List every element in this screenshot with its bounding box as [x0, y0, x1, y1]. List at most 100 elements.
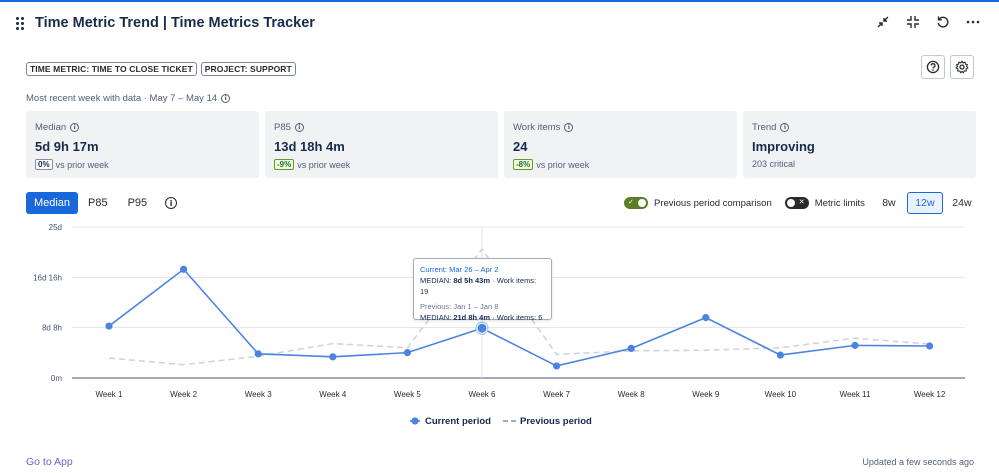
- help-button[interactable]: [921, 55, 945, 79]
- toggle-knob: [786, 199, 795, 207]
- tooltip-previous-line: MEDIAN: 21d 8h 4m · Work items: 6: [420, 312, 545, 323]
- previous-period-label: Previous period comparison: [654, 197, 772, 209]
- tooltip-previous-suffix: · Work items: 6: [490, 313, 543, 322]
- card-label: Median i: [35, 122, 250, 133]
- cross-icon: ✕: [798, 199, 805, 206]
- change-chip: -8%: [513, 159, 534, 170]
- y-tick-label: 25d: [49, 223, 62, 232]
- tooltip-current-value: 8d 5h 43m: [453, 276, 491, 285]
- tooltip-previous-title: Previous: Jan 1 – Jan 8: [420, 302, 499, 311]
- tag-project: PROJECT: SUPPORT: [200, 62, 296, 76]
- card-sub: 203 critical: [752, 159, 967, 169]
- collapse-icon: [907, 16, 919, 28]
- card-label: Trend i: [752, 122, 967, 133]
- x-tick-label: Week 6: [469, 390, 497, 399]
- tooltip-previous-value: 21d 8h 4m: [453, 313, 491, 322]
- x-tick-label: Week 9: [692, 390, 720, 399]
- data-point: [403, 349, 411, 357]
- data-point: [329, 353, 337, 361]
- card-value: 13d 18h 4m: [274, 139, 345, 154]
- info-icon[interactable]: i: [165, 197, 178, 209]
- x-tick-label: Week 3: [245, 390, 273, 399]
- tooltip-previous-prefix: MEDIAN:: [420, 313, 454, 322]
- trend-chart: 0m 8d 8h 16d 16h 25d Week 1 Week 2 Week 3 Week …: [33, 223, 965, 427]
- page-title: Time Metric Trend | Time Metrics Tracker: [35, 15, 315, 31]
- collapse-button[interactable]: [903, 12, 923, 32]
- x-tick-label: Week 1: [96, 390, 124, 399]
- tooltip-current-title: Current: Mar 26 – Apr 2: [420, 265, 499, 274]
- card-p85: P85 i 13d 18h 4m -9% vs prior week: [265, 111, 498, 178]
- data-point: [553, 362, 561, 370]
- tab-median[interactable]: Median: [26, 192, 78, 214]
- more-options-button[interactable]: [963, 12, 983, 32]
- card-sub-text: 203 critical: [752, 159, 796, 169]
- card-label: P85 i: [274, 122, 489, 133]
- gadget-header: Time Metric Trend | Time Metrics Tracker: [16, 12, 315, 34]
- drag-handle-icon[interactable]: [16, 17, 26, 30]
- info-icon[interactable]: i: [294, 123, 304, 132]
- x-tick-label: Week 4: [319, 390, 347, 399]
- legend-current-marker: [411, 417, 419, 425]
- data-point: [627, 344, 635, 353]
- minimize-button[interactable]: [873, 12, 893, 32]
- chart-controls: ✓ Previous period comparison ✕ Metric li…: [624, 192, 977, 214]
- refresh-button[interactable]: [933, 12, 953, 32]
- info-icon[interactable]: i: [564, 123, 574, 132]
- minimize-icon: [877, 16, 889, 28]
- info-icon[interactable]: i: [221, 94, 231, 103]
- updated-status: Updated a few seconds ago: [862, 457, 974, 467]
- tag-time-metric: TIME METRIC: TIME TO CLOSE TICKET: [26, 62, 197, 76]
- x-tick-label: Week 2: [170, 390, 198, 399]
- top-accent-bar: [0, 0, 999, 2]
- legend-previous-label: Previous period: [520, 416, 592, 427]
- x-tick-label: Week 11: [840, 390, 871, 399]
- info-icon[interactable]: i: [780, 123, 790, 132]
- card-sub-text: vs prior week: [55, 159, 109, 170]
- tab-p95[interactable]: P95: [118, 192, 158, 214]
- card-sub: -9% vs prior week: [274, 159, 489, 170]
- help-icon: [926, 60, 940, 74]
- card-value: Improving: [752, 139, 815, 154]
- data-point: [926, 342, 934, 350]
- settings-button[interactable]: [950, 55, 974, 79]
- tab-p85[interactable]: P85: [78, 192, 118, 214]
- data-point: [702, 314, 710, 322]
- range-24w-button[interactable]: 24w: [947, 192, 977, 214]
- header-actions: [873, 12, 983, 32]
- x-tick-label: Week 12: [914, 390, 946, 399]
- change-chip: 0%: [35, 159, 53, 170]
- more-icon: [966, 20, 980, 24]
- card-trend: Trend i Improving 203 critical: [743, 111, 976, 178]
- recent-week-text: Most recent week with data · May 7 – May…: [26, 93, 218, 104]
- x-tick-label: Week 5: [394, 390, 422, 399]
- card-sub: -8% vs prior week: [513, 159, 728, 170]
- y-tick-label: 16d 16h: [33, 273, 62, 282]
- x-tick-label: Week 7: [543, 390, 571, 399]
- go-to-app-link[interactable]: Go to App: [26, 456, 73, 468]
- metric-limits-toggle[interactable]: ✕: [784, 197, 809, 209]
- x-tick-label: Week 10: [765, 390, 797, 399]
- check-icon: ✓: [628, 199, 634, 206]
- card-label: Work items i: [513, 122, 728, 133]
- chart-tooltip: Current: Mar 26 – Apr 2 MEDIAN: 8d 5h 43…: [413, 258, 552, 323]
- x-tick-label: Week 8: [618, 390, 646, 399]
- change-chip: -9%: [274, 159, 295, 170]
- range-8w-button[interactable]: 8w: [875, 192, 903, 214]
- tooltip-current-prefix: MEDIAN:: [420, 276, 454, 285]
- range-12w-button[interactable]: 12w: [906, 192, 943, 214]
- previous-period-toggle[interactable]: ✓: [624, 197, 648, 209]
- summary-cards: Median i 5d 9h 17m 0% vs prior week P85 …: [26, 111, 976, 178]
- card-value: 5d 9h 17m: [35, 139, 99, 154]
- info-icon[interactable]: i: [70, 123, 80, 132]
- y-tick-label: 8d 8h: [42, 324, 62, 333]
- legend-current-label: Current period: [425, 416, 491, 427]
- data-point: [105, 322, 113, 330]
- data-point: [776, 351, 785, 359]
- refresh-icon: [937, 16, 949, 28]
- data-point: [180, 265, 188, 273]
- card-work-items: Work items i 24 -8% vs prior week: [504, 111, 737, 178]
- data-point: [851, 341, 859, 349]
- toggle-knob: [638, 199, 646, 207]
- data-point: [477, 323, 487, 333]
- y-tick-label: 0m: [51, 374, 62, 383]
